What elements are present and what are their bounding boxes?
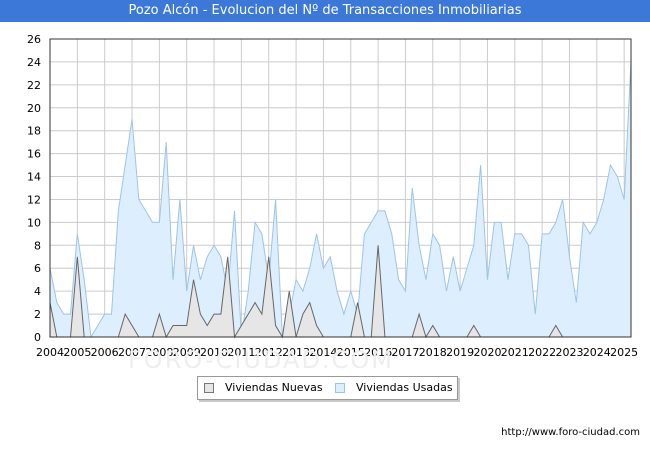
y-tick-label: 20 — [27, 102, 41, 115]
legend-label-nuevas: Viviendas Nuevas — [225, 381, 323, 394]
y-tick-label: 8 — [34, 239, 41, 252]
y-tick-label: 14 — [27, 171, 41, 184]
x-tick-label: 2020 — [473, 346, 501, 359]
y-tick-label: 24 — [27, 56, 41, 69]
x-tick-label: 2025 — [610, 346, 638, 359]
x-tick-label: 2018 — [419, 346, 447, 359]
x-tick-label: 2019 — [446, 346, 474, 359]
y-tick-label: 16 — [27, 148, 41, 161]
watermark-text: FORO-CIUDAD.COM — [128, 346, 394, 374]
legend-swatch-usadas — [335, 382, 345, 393]
source-url[interactable]: http://www.foro-ciudad.com — [501, 427, 640, 438]
y-tick-label: 26 — [27, 33, 41, 46]
y-tick-label: 0 — [34, 331, 41, 344]
y-tick-label: 4 — [34, 285, 41, 298]
y-tick-label: 10 — [27, 216, 41, 229]
x-tick-label: 2006 — [91, 346, 119, 359]
x-tick-label: 2004 — [36, 346, 64, 359]
chart-plot: 02468101214161820222426 2004 2005 2006 2007… — [27, 33, 638, 359]
legend-item-nuevas: Viviendas Nuevas — [204, 381, 323, 394]
x-tick-label: 2022 — [528, 346, 556, 359]
chart-title: Pozo Alcón - Evolucion del Nº de Transac… — [0, 0, 650, 22]
y-tick-label: 12 — [27, 193, 41, 206]
y-tick-label: 18 — [27, 125, 41, 138]
legend-swatch-nuevas — [204, 382, 214, 393]
x-tick-label: 2023 — [555, 346, 583, 359]
legend-label-usadas: Viviendas Usadas — [356, 381, 453, 394]
x-tick-label: 2017 — [391, 346, 419, 359]
y-axis-ticks: 02468101214161820222426 — [27, 33, 41, 344]
x-tick-label: 2024 — [583, 346, 611, 359]
y-tick-label: 6 — [34, 262, 41, 275]
x-tick-label: 2005 — [63, 346, 91, 359]
x-tick-label: 2021 — [501, 346, 529, 359]
legend-item-usadas: Viviendas Usadas — [335, 381, 453, 394]
y-tick-label: 2 — [34, 308, 41, 321]
legend: Viviendas Nuevas Viviendas Usadas — [197, 376, 458, 400]
y-tick-label: 22 — [27, 79, 41, 92]
